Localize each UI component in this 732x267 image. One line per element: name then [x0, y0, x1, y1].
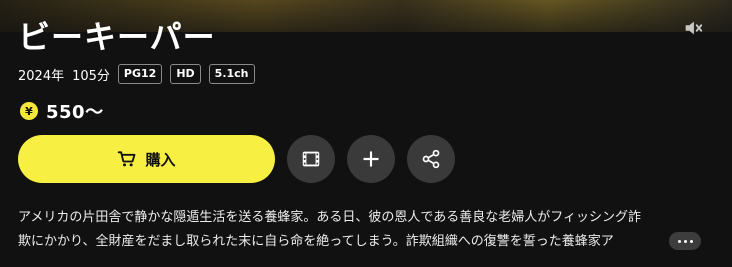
more-icon — [677, 239, 693, 243]
page-title: ビーキーパー — [18, 18, 216, 56]
add-to-list-button[interactable] — [347, 135, 395, 183]
expand-description-button[interactable] — [669, 232, 701, 250]
mute-button[interactable] — [680, 15, 706, 41]
audio-badge: 5.1ch — [208, 64, 255, 84]
description-line: アメリカの片田舎で静かな隠遁生活を送る養蜂家。ある日、彼の恩人である善良な老婦人… — [18, 210, 641, 225]
description: アメリカの片田舎で静かな隠遁生活を送る養蜂家。ある日、彼の恩人である善良な老婦人… — [18, 206, 708, 254]
price-text: 550〜 — [46, 102, 104, 123]
yen-icon: ¥ — [20, 102, 38, 120]
purchase-label: 購入 — [145, 150, 176, 169]
share-icon — [422, 149, 440, 169]
price-row: ¥ 550〜 — [20, 98, 104, 124]
action-bar: 購入 — [18, 135, 455, 183]
mute-icon — [685, 21, 703, 35]
rating-badge: PG12 — [117, 64, 163, 84]
cart-icon — [118, 151, 136, 167]
duration: 105分 — [72, 68, 110, 84]
purchase-button[interactable]: 購入 — [18, 135, 275, 183]
share-button[interactable] — [407, 135, 455, 183]
quality-badge: HD — [170, 64, 201, 84]
plus-icon — [363, 151, 379, 167]
release-year: 2024年 — [18, 68, 65, 84]
film-icon — [302, 151, 320, 167]
trailer-button[interactable] — [287, 135, 335, 183]
description-line: 欺にかかり、全財産をだまし取られた末に自ら命を絶ってしまう。詐欺組織への復讐を誓… — [18, 234, 614, 249]
meta-row: 2024年 105分 PG12 HD 5.1ch — [18, 64, 255, 84]
